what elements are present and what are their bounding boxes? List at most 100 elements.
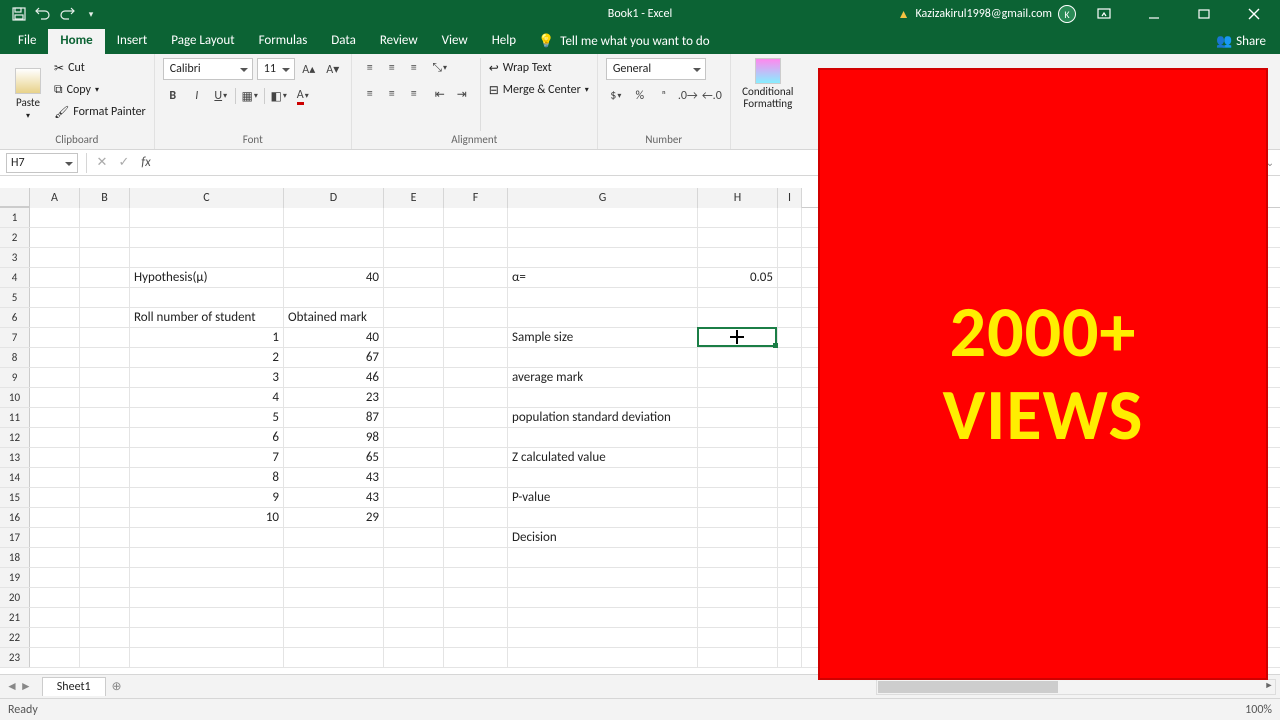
- align-bottom-icon[interactable]: ≡: [404, 58, 424, 78]
- cell[interactable]: [130, 628, 284, 648]
- cell[interactable]: 87: [284, 408, 384, 428]
- cell[interactable]: [778, 268, 802, 288]
- cell[interactable]: 3: [130, 368, 284, 388]
- cell[interactable]: [80, 288, 130, 308]
- merge-center-button[interactable]: ⊟Merge & Center▾: [489, 80, 589, 100]
- cell[interactable]: [508, 228, 698, 248]
- cell[interactable]: average mark: [508, 368, 698, 388]
- share-button[interactable]: 👥Share: [1202, 34, 1280, 49]
- row-header[interactable]: 6: [0, 308, 30, 327]
- cell[interactable]: [384, 548, 444, 568]
- cell[interactable]: [130, 548, 284, 568]
- cell[interactable]: [444, 588, 508, 608]
- decrease-font-icon[interactable]: A▾: [323, 59, 343, 79]
- cell[interactable]: [444, 388, 508, 408]
- cell[interactable]: [130, 288, 284, 308]
- row-header[interactable]: 12: [0, 428, 30, 447]
- horizontal-scrollbar[interactable]: ◄ ►: [876, 679, 1276, 695]
- cell[interactable]: [778, 408, 802, 428]
- close-button[interactable]: [1232, 0, 1276, 28]
- row-header[interactable]: 22: [0, 628, 30, 647]
- conditional-formatting-button[interactable]: Conditional Formatting: [739, 58, 797, 131]
- cell[interactable]: [508, 388, 698, 408]
- cell[interactable]: [508, 248, 698, 268]
- increase-indent-icon[interactable]: ⇥: [452, 84, 472, 104]
- column-header[interactable]: H: [698, 188, 778, 208]
- cell[interactable]: [384, 348, 444, 368]
- cell[interactable]: [80, 428, 130, 448]
- cell[interactable]: [444, 648, 508, 668]
- column-header[interactable]: F: [444, 188, 508, 208]
- undo-icon[interactable]: [32, 3, 54, 25]
- cell[interactable]: 43: [284, 488, 384, 508]
- font-size-combo[interactable]: 11: [257, 58, 295, 80]
- cell[interactable]: [130, 528, 284, 548]
- cell[interactable]: [698, 308, 778, 328]
- cell[interactable]: [80, 468, 130, 488]
- cell[interactable]: [778, 648, 802, 668]
- cell[interactable]: [130, 248, 284, 268]
- cell[interactable]: Z calculated value: [508, 448, 698, 468]
- menu-tab-review[interactable]: Review: [368, 29, 430, 54]
- row-header[interactable]: 8: [0, 348, 30, 367]
- comma-format-icon[interactable]: ⁿ: [654, 86, 674, 106]
- cell[interactable]: [778, 508, 802, 528]
- cell[interactable]: [80, 628, 130, 648]
- cell[interactable]: [30, 588, 80, 608]
- cell[interactable]: [80, 528, 130, 548]
- cell[interactable]: [80, 588, 130, 608]
- cell[interactable]: [284, 248, 384, 268]
- cell[interactable]: [80, 408, 130, 428]
- cell[interactable]: [384, 248, 444, 268]
- cell[interactable]: [508, 508, 698, 528]
- cell[interactable]: [444, 468, 508, 488]
- cell[interactable]: [698, 408, 778, 428]
- cell[interactable]: [778, 428, 802, 448]
- underline-button[interactable]: U: [211, 86, 231, 106]
- cell[interactable]: [698, 288, 778, 308]
- cell[interactable]: 10: [130, 508, 284, 528]
- menu-tab-home[interactable]: Home: [48, 29, 104, 54]
- column-header[interactable]: E: [384, 188, 444, 208]
- scroll-thumb[interactable]: [878, 681, 1058, 693]
- cell[interactable]: α=: [508, 268, 698, 288]
- number-format-combo[interactable]: General: [606, 58, 706, 80]
- menu-tab-file[interactable]: File: [6, 29, 48, 54]
- cell[interactable]: [80, 268, 130, 288]
- cell[interactable]: [444, 228, 508, 248]
- increase-decimal-icon[interactable]: .0→: [678, 86, 698, 106]
- cell[interactable]: [778, 448, 802, 468]
- cell[interactable]: [30, 628, 80, 648]
- cell[interactable]: [444, 488, 508, 508]
- cell[interactable]: [698, 348, 778, 368]
- cell[interactable]: [508, 568, 698, 588]
- decrease-decimal-icon[interactable]: ←.0: [702, 86, 722, 106]
- cell[interactable]: 5: [130, 408, 284, 428]
- decrease-indent-icon[interactable]: ⇤: [430, 84, 450, 104]
- row-header[interactable]: 10: [0, 388, 30, 407]
- cell[interactable]: [384, 208, 444, 228]
- cell[interactable]: 98: [284, 428, 384, 448]
- cell[interactable]: [30, 608, 80, 628]
- cell[interactable]: [778, 308, 802, 328]
- align-middle-icon[interactable]: ≡: [382, 58, 402, 78]
- cell[interactable]: [30, 228, 80, 248]
- cell[interactable]: [444, 428, 508, 448]
- row-header[interactable]: 16: [0, 508, 30, 527]
- cell[interactable]: [778, 628, 802, 648]
- wrap-text-button[interactable]: ↩Wrap Text: [489, 58, 589, 78]
- cell[interactable]: [778, 388, 802, 408]
- cell[interactable]: [130, 208, 284, 228]
- cell[interactable]: [130, 648, 284, 668]
- row-header[interactable]: 11: [0, 408, 30, 427]
- align-right-icon[interactable]: ≡: [404, 84, 424, 104]
- cell[interactable]: 43: [284, 468, 384, 488]
- cell[interactable]: [444, 368, 508, 388]
- qat-customize-icon[interactable]: ▾: [80, 3, 102, 25]
- paste-button[interactable]: Paste ▾: [8, 58, 48, 131]
- cell[interactable]: [698, 528, 778, 548]
- cell[interactable]: [30, 448, 80, 468]
- cell[interactable]: [384, 308, 444, 328]
- cell[interactable]: [444, 628, 508, 648]
- cell[interactable]: [80, 208, 130, 228]
